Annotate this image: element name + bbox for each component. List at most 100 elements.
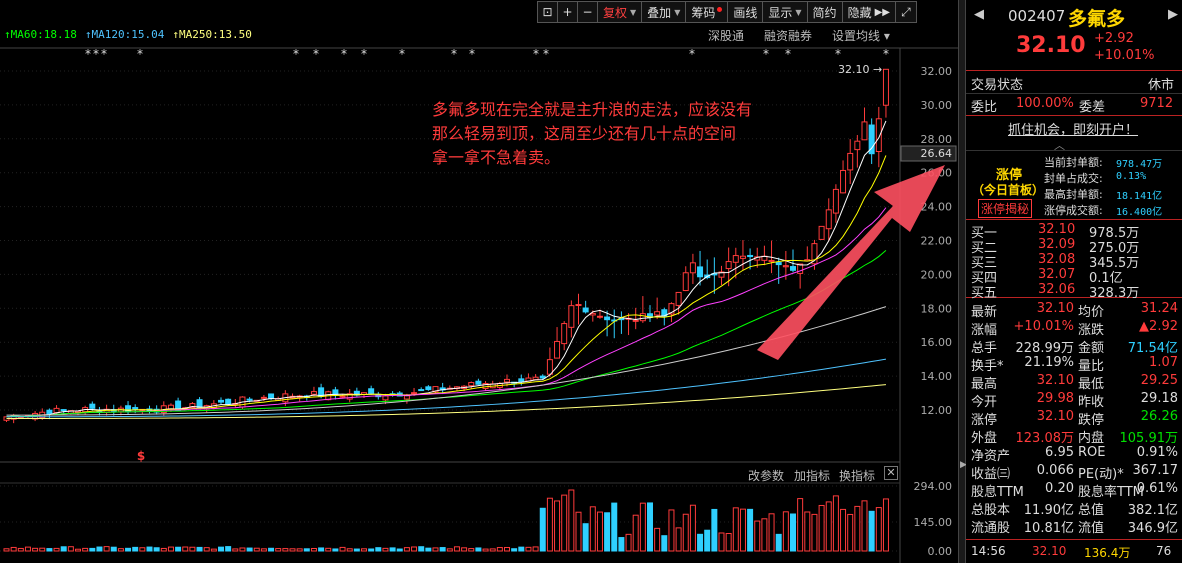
divider (966, 70, 1182, 71)
candle-body (546, 359, 553, 375)
candle-body (568, 305, 575, 328)
stat-label: 昨收 (1078, 395, 1105, 410)
draw-line-button[interactable]: 画线 (727, 1, 763, 23)
stat-value: 367.17 (1132, 463, 1179, 478)
volume-bar (682, 513, 689, 552)
volume-bar (604, 512, 611, 552)
hide-button[interactable]: 隐藏 ▶▶ (841, 1, 895, 23)
candle-body (739, 255, 746, 259)
volume-bar (546, 497, 553, 552)
candle-body (475, 380, 482, 385)
candle-body (818, 225, 825, 240)
lock-icon[interactable]: ⊡ (537, 1, 557, 23)
volume-axis-tick: 294.00 (914, 480, 953, 493)
stat-label: 总值 (1078, 503, 1105, 518)
panel-divider[interactable]: ▶ (958, 0, 967, 563)
ma-settings-link[interactable]: 设置均线 ▾ (832, 27, 890, 44)
fuquan-button[interactable]: 复权 ▼ (597, 1, 642, 23)
simple-button[interactable]: 简约 (806, 1, 842, 23)
promo-link[interactable]: 抓住机会，即刻开户！ (1008, 119, 1138, 138)
volume-bar (24, 546, 31, 552)
event-marker: * (689, 47, 695, 61)
divider (966, 539, 1182, 540)
event-marker: * (85, 47, 91, 61)
stat-value: 105.91万 (1119, 431, 1179, 446)
volume-bar (196, 546, 203, 552)
margin-trading-link[interactable]: 融资融券 (764, 27, 812, 44)
bid-price: 32.07 (1038, 267, 1076, 282)
event-marker: * (543, 47, 549, 61)
volume-bar (310, 548, 317, 552)
volume-bar (747, 508, 754, 552)
next-stock-icon[interactable]: ▶ (1168, 7, 1178, 22)
shengutong-link[interactable]: 深股通 (708, 27, 744, 44)
stat-value: 0.20 (1045, 481, 1074, 496)
volume-bar (654, 527, 661, 552)
volume-bar (375, 547, 382, 552)
stat-label: 最高 (971, 377, 998, 392)
add-indicator-link[interactable]: 加指标 (794, 467, 830, 484)
volume-bar (854, 505, 861, 552)
volume-bar (697, 533, 704, 552)
kline-chart-area[interactable]: 32.0030.0028.0026.0024.0022.0020.0018.00… (0, 0, 958, 563)
candle-body (260, 396, 267, 399)
candle-body (596, 315, 603, 318)
volume-bar (882, 498, 889, 552)
volume-bar (82, 547, 89, 552)
limit-up-reveal-button[interactable]: 涨停揭秘 (978, 199, 1033, 218)
volume-bar (461, 547, 468, 552)
weibi-label: 委比 (971, 100, 998, 115)
volume-bar (382, 547, 389, 552)
candle-body (632, 319, 639, 322)
stat-value: 123.08万 (1015, 431, 1075, 446)
candle-body (675, 291, 682, 306)
volume-bar (289, 548, 296, 552)
volume-bar (661, 535, 668, 552)
close-icon[interactable]: ✕ (884, 466, 898, 480)
display-button[interactable]: 显示 ▼ (762, 1, 807, 23)
volume-bar (153, 547, 160, 552)
zoom-in-icon[interactable]: + (557, 1, 577, 23)
stat-value: 346.9亿 (1127, 521, 1178, 536)
volume-bar (10, 546, 17, 552)
fullscreen-icon[interactable]: ⤢ (894, 1, 917, 23)
prev-stock-icon[interactable]: ◀ (974, 7, 984, 22)
candle-body (53, 407, 60, 414)
stat-label: PE(动)* (1078, 467, 1124, 482)
stat-label: 涨停 (971, 413, 998, 428)
change-params-link[interactable]: 改参数 (748, 467, 784, 484)
overlay-button[interactable]: 叠加 ▼ (641, 1, 686, 23)
volume-bar (439, 547, 446, 552)
stat-value: 31.24 (1140, 301, 1178, 316)
stat-label: 涨幅 (971, 323, 998, 338)
stat-value: 382.1亿 (1127, 503, 1178, 518)
volume-axis-tick: 0.00 (928, 545, 953, 558)
event-marker: * (93, 47, 99, 61)
volume-bar (403, 547, 410, 552)
volume-bar (511, 548, 518, 552)
volume-bar (561, 494, 568, 552)
volume-bar (60, 546, 67, 552)
event-marker: * (763, 47, 769, 61)
volume-bar (232, 548, 239, 552)
volume-bar (246, 547, 253, 552)
stat-value: 1.07 (1149, 355, 1178, 370)
candle-body (725, 261, 732, 270)
volume-bar (3, 548, 10, 552)
candle-body (775, 262, 782, 266)
candle-body (732, 255, 739, 263)
switch-indicator-link[interactable]: 换指标 (839, 467, 875, 484)
candle-body (225, 398, 232, 405)
y-axis-tick: 32.00 (921, 65, 953, 78)
candle-body (218, 399, 224, 403)
volume-bar (647, 502, 653, 552)
zoom-out-icon[interactable]: − (577, 1, 597, 23)
limit-up-info-label: 封单占成交: (1044, 172, 1103, 185)
event-marker: * (533, 47, 539, 61)
volume-bar (532, 546, 539, 552)
volume-bar (518, 546, 525, 552)
volume-bar (218, 546, 224, 552)
chip-button[interactable]: 筹码 (685, 1, 728, 23)
stat-label: 流值 (1078, 521, 1105, 536)
chevron-down-icon: ▼ (795, 7, 802, 17)
